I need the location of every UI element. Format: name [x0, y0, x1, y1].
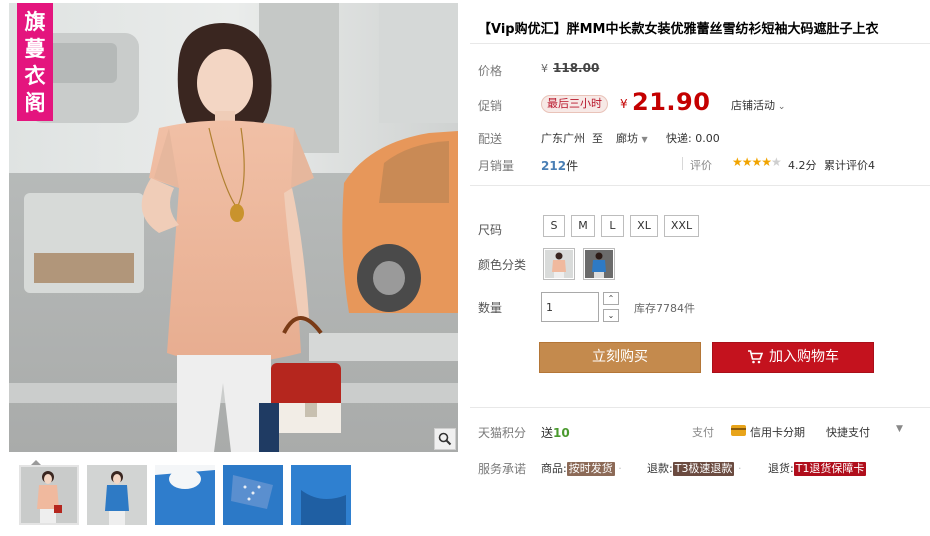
on-time-shipping-tag[interactable]: 按时发货 — [566, 462, 615, 476]
promo-badge: 最后三小时 — [541, 95, 608, 113]
quantity-input[interactable] — [541, 292, 599, 322]
promise-refund-label: 退款: — [647, 462, 673, 475]
quantity-increase-button[interactable]: ⌃ — [603, 292, 619, 305]
review-count-link[interactable]: 累计评价4 — [824, 157, 875, 173]
pink-swatch-icon — [545, 250, 573, 278]
ship-from-city: 广东广州 — [541, 132, 585, 145]
promise-goods: 商品: 按时发货 · — [541, 460, 622, 476]
quick-pay-link[interactable]: 快捷支付 — [826, 424, 870, 440]
monthly-sales: 212件 — [541, 157, 578, 174]
star-icon: ★★★★ — [732, 155, 772, 169]
rating-stars: ★★★★★ — [732, 155, 782, 169]
thumbnail-3[interactable] — [155, 465, 215, 525]
promo-price: 21.90 — [632, 88, 711, 116]
street-photo — [9, 3, 458, 452]
monthly-sales-unit: 件 — [566, 159, 579, 173]
ship-from: 广东广州 至 — [541, 130, 603, 146]
buy-now-button[interactable]: 立刻购买 — [539, 342, 701, 373]
triangle-down-icon: ▼ — [641, 135, 648, 144]
points-amount: 10 — [553, 426, 570, 440]
cart-icon — [748, 350, 763, 364]
add-to-cart-label: 加入购物车 — [769, 349, 839, 365]
size-option-l[interactable]: L — [601, 215, 624, 237]
ship-to-city: 廊坊 — [616, 132, 638, 145]
separator-dot: · — [737, 462, 742, 475]
shipping-fee: 快递: 0.00 — [666, 132, 720, 145]
half-star-icon: ★ — [771, 155, 782, 169]
size-label: 尺码 — [478, 223, 503, 237]
separator-dot: · — [618, 462, 622, 475]
buy-now-label: 立刻购买 — [592, 349, 648, 365]
shop-activity-label: 店铺活动 — [731, 99, 775, 112]
promise-goods-label: 商品: — [541, 462, 567, 475]
chevron-down-icon: ⌄ — [607, 310, 615, 320]
color-label: 颜色分类 — [478, 258, 527, 272]
return-guarantee-tag[interactable]: T1退货保障卡 — [793, 462, 867, 476]
promise-refund: 退款: T3极速退款 · — [647, 460, 741, 476]
promo-label: 促销 — [478, 99, 503, 113]
store-logo-char: 衣 — [24, 63, 46, 88]
store-logo: 旗 蔓 衣 阁 — [17, 3, 53, 121]
promo-price-currency: ¥ — [620, 97, 628, 111]
thumb-image-icon — [155, 465, 215, 525]
service-promise-label: 服务承诺 — [478, 462, 527, 476]
size-option-xxl[interactable]: XXL — [664, 215, 699, 237]
thumb-image-icon — [291, 465, 351, 525]
store-logo-char: 旗 — [24, 9, 46, 34]
stock-count: 库存7784件 — [634, 302, 695, 315]
rating-score: 4.2分 — [788, 159, 817, 172]
quantity-decrease-button[interactable]: ⌄ — [603, 309, 619, 322]
original-price: 118.00 — [553, 61, 600, 75]
credit-installment-link[interactable]: 信用卡分期 — [750, 424, 805, 440]
thumb-image-icon — [87, 465, 147, 525]
fast-refund-tag[interactable]: T3极速退款 — [672, 462, 735, 476]
product-gallery: 旗 蔓 衣 阁 — [9, 3, 458, 536]
divider — [470, 407, 930, 408]
shop-activity-dropdown[interactable]: 店铺活动 ⌄ — [731, 97, 785, 113]
promise-return-label: 退货: — [768, 462, 794, 475]
review-label: 评价 — [690, 159, 712, 172]
quantity-label: 数量 — [478, 301, 503, 315]
color-option-blue[interactable] — [583, 248, 615, 280]
store-logo-char: 阁 — [24, 90, 46, 115]
monthly-sales-label: 月销量 — [478, 159, 515, 173]
points-give: 送 — [541, 426, 554, 440]
size-option-m[interactable]: M — [571, 215, 595, 237]
thumb-image-icon — [223, 465, 283, 525]
ship-to-selector[interactable]: 廊坊 ▼ — [616, 130, 648, 146]
add-to-cart-button[interactable]: 加入购物车 — [712, 342, 874, 373]
zoom-button[interactable] — [434, 428, 456, 450]
chevron-up-icon: ⌃ — [607, 293, 615, 303]
credit-card-icon — [731, 425, 746, 436]
promise-return: 退货: T1退货保障卡 — [768, 460, 867, 476]
original-price-currency: ¥ — [541, 62, 548, 75]
divider — [470, 185, 930, 186]
size-option-xl[interactable]: XL — [630, 215, 658, 237]
points-label: 天猫积分 — [478, 426, 527, 440]
thumbnail-1[interactable] — [19, 465, 79, 525]
delivery-label: 配送 — [478, 132, 503, 146]
thumbnail-2[interactable] — [87, 465, 147, 525]
thumbnail-4[interactable] — [223, 465, 283, 525]
thumbnail-strip — [9, 460, 458, 532]
size-option-s[interactable]: S — [543, 215, 565, 237]
divider — [682, 157, 683, 170]
product-info-panel: 【Vip购优汇】胖MM中长款女装优雅蕾丝雪纺衫短袖大码遮肚子上衣 价格 ¥ 11… — [470, 0, 930, 536]
points-value: 送10 — [541, 424, 570, 441]
store-logo-char: 蔓 — [24, 36, 46, 61]
main-product-image[interactable]: 旗 蔓 衣 阁 — [9, 3, 458, 452]
ship-to-word: 至 — [592, 132, 603, 145]
chevron-down-icon: ⌄ — [775, 102, 786, 112]
thumb-image-icon — [21, 467, 77, 523]
color-option-pink[interactable] — [543, 248, 575, 280]
product-title: 【Vip购优汇】胖MM中长款女装优雅蕾丝雪纺衫短袖大码遮肚子上衣 — [478, 22, 879, 37]
blue-swatch-icon — [585, 250, 613, 278]
monthly-sales-count: 212 — [541, 159, 567, 173]
payment-more-toggle[interactable]: ▼ — [896, 424, 903, 434]
divider — [470, 43, 930, 44]
thumbnail-5[interactable] — [291, 465, 351, 525]
payment-label: 支付 — [692, 426, 714, 439]
price-label: 价格 — [478, 64, 503, 78]
magnifier-icon — [438, 432, 452, 446]
